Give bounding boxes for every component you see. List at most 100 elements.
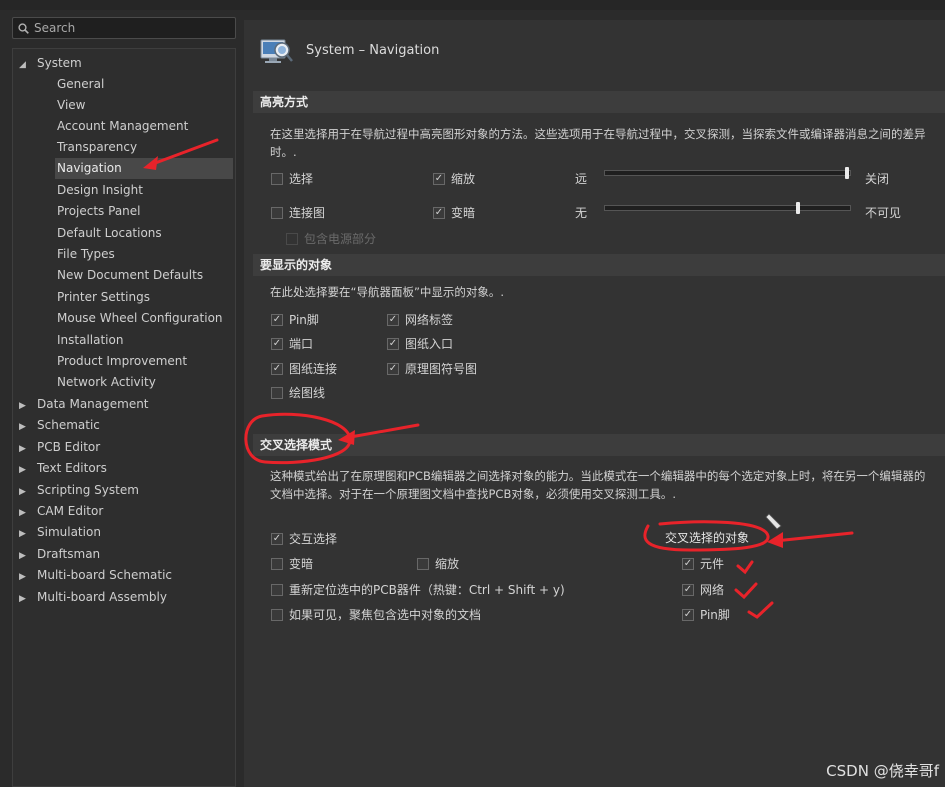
check-icon[interactable]: ✓ (271, 532, 283, 545)
dim-slider-min-label: 无 (575, 206, 588, 220)
section-display-title: 要显示的对象 (253, 254, 945, 276)
check-icon[interactable]: ✓ (682, 608, 694, 621)
tree-item-projects-panel[interactable]: Projects Panel (55, 201, 233, 222)
tree-item-simulation[interactable]: ▶ Simulation (19, 522, 101, 543)
check-icon[interactable]: ✓ (271, 337, 283, 350)
tree-item-text-editors[interactable]: ▶ Text Editors (19, 458, 107, 479)
check-icon[interactable]: ✓ (682, 557, 694, 570)
display-sheet-connector-checkbox[interactable]: ✓ 图纸连接 (271, 360, 337, 377)
panel-header: System – Navigation (260, 34, 439, 66)
tree-item-design-insight[interactable]: Design Insight (55, 180, 233, 201)
interactive-select-checkbox[interactable]: ✓ 交互选择 (271, 530, 337, 547)
tree-item-pcb-editor[interactable]: ▶ PCB Editor (19, 437, 100, 458)
section-highlight-title: 高亮方式 (253, 91, 945, 113)
display-drawing-line-checkbox[interactable]: 绘图线 (271, 384, 325, 401)
settings-panel: System – Navigation 高亮方式 在这里选择用于在导航过程中高亮… (244, 20, 945, 787)
checkbox-box[interactable] (271, 608, 283, 621)
tree-item-view[interactable]: View (55, 95, 233, 116)
display-net-label-checkbox[interactable]: ✓ 网络标签 (387, 311, 453, 328)
watermark: CSDN @侥幸哥f (826, 762, 939, 780)
navigation-icon (260, 39, 293, 63)
collapsed-arrow-icon[interactable]: ▶ (19, 524, 37, 545)
collapsed-arrow-icon[interactable]: ▶ (19, 567, 37, 588)
zoom-slider-thumb[interactable] (845, 167, 849, 179)
highlight-zoom-checkbox[interactable]: ✓ 缩放 (433, 170, 475, 187)
page-title: System – Navigation (306, 42, 440, 58)
collapsed-arrow-icon[interactable]: ▶ (19, 417, 37, 438)
tree-item-new-document-defaults[interactable]: New Document Defaults (55, 265, 233, 286)
zoom-slider-min-label: 远 (575, 172, 588, 186)
tree-item-file-types[interactable]: File Types (55, 244, 233, 265)
tree-item-multi-board-assembly[interactable]: ▶ Multi-board Assembly (19, 587, 167, 608)
focus-document-checkbox[interactable]: 如果可见，聚焦包含选中对象的文档 (271, 606, 481, 623)
check-icon[interactable]: ✓ (433, 206, 445, 219)
tree-item-printer-settings[interactable]: Printer Settings (55, 287, 233, 308)
collapsed-arrow-icon[interactable]: ▶ (19, 503, 37, 524)
tree-item-navigation[interactable]: Navigation (55, 158, 233, 179)
check-icon[interactable]: ✓ (433, 172, 445, 185)
cross-object-net-checkbox[interactable]: ✓ 网络 (682, 581, 724, 598)
display-port-checkbox[interactable]: ✓ 端口 (271, 335, 313, 352)
display-schematic-symbol-checkbox[interactable]: ✓ 原理图符号图 (387, 360, 477, 377)
search-input[interactable]: Search (12, 17, 236, 39)
cross-select-objects-title: 交叉选择的对象 (665, 531, 750, 545)
check-icon[interactable]: ✓ (271, 362, 283, 375)
tree-item-system[interactable]: ◢ System (19, 53, 82, 74)
preferences-tree: ◢ System General View Account Management … (12, 48, 236, 787)
tree-item-mouse-wheel-configuration[interactable]: Mouse Wheel Configuration (55, 308, 233, 329)
highlight-description: 在这里选择用于在导航过程中高亮图形对象的方法。这些选项用于在导航过程中，交叉探测… (270, 127, 926, 159)
tree-item-account-management[interactable]: Account Management (55, 116, 233, 137)
cross-object-component-checkbox[interactable]: ✓ 元件 (682, 555, 724, 572)
include-power-parts-checkbox[interactable]: 包含电源部分 (286, 230, 376, 247)
collapsed-arrow-icon[interactable]: ▶ (19, 589, 37, 610)
check-icon[interactable]: ✓ (387, 337, 399, 350)
tree-item-transparency[interactable]: Transparency (55, 137, 233, 158)
cross-select-description: 这种模式给出了在原理图和PCB编辑器之间选择对象的能力。当此模式在一个编辑器中的… (270, 469, 926, 501)
zoom-slider-track[interactable] (604, 170, 851, 176)
collapsed-arrow-icon[interactable]: ▶ (19, 482, 37, 503)
zoom-slider-max-label: 关闭 (865, 172, 890, 186)
check-icon[interactable]: ✓ (271, 313, 283, 326)
relocate-pcb-component-checkbox[interactable]: 重新定位选中的PCB器件（热键：Ctrl + Shift + y) (271, 581, 565, 598)
cross-object-pin-checkbox[interactable]: ✓ Pin脚 (682, 606, 730, 623)
checkbox-box[interactable] (286, 232, 298, 245)
checkbox-box[interactable] (271, 206, 283, 219)
highlight-dim-checkbox[interactable]: ✓ 变暗 (433, 204, 475, 221)
checkbox-box[interactable] (271, 172, 283, 185)
tree-item-cam-editor[interactable]: ▶ CAM Editor (19, 501, 103, 522)
check-icon[interactable]: ✓ (387, 313, 399, 326)
check-icon[interactable]: ✓ (682, 583, 694, 596)
tree-item-network-activity[interactable]: Network Activity (55, 372, 233, 393)
checkbox-box[interactable] (271, 557, 283, 570)
tree-item-data-management[interactable]: ▶ Data Management (19, 394, 149, 415)
check-icon[interactable]: ✓ (387, 362, 399, 375)
cross-zoom-checkbox[interactable]: 缩放 (417, 555, 459, 572)
dim-slider-track[interactable] (604, 205, 851, 211)
collapsed-arrow-icon[interactable]: ▶ (19, 460, 37, 481)
search-icon (18, 22, 29, 34)
checkbox-box[interactable] (271, 583, 283, 596)
tree-item-scripting-system[interactable]: ▶ Scripting System (19, 480, 139, 501)
display-pin-checkbox[interactable]: ✓ Pin脚 (271, 311, 319, 328)
cross-dim-checkbox[interactable]: 变暗 (271, 555, 313, 572)
top-strip (0, 0, 945, 10)
collapsed-arrow-icon[interactable]: ▶ (19, 546, 37, 567)
section-cross-select-title: 交叉选择模式 (253, 434, 945, 456)
tree-item-product-improvement[interactable]: Product Improvement (55, 351, 233, 372)
tree-item-default-locations[interactable]: Default Locations (55, 223, 233, 244)
display-sheet-entry-checkbox[interactable]: ✓ 图纸入口 (387, 335, 453, 352)
tree-item-installation[interactable]: Installation (55, 330, 233, 351)
dim-slider-max-label: 不可见 (865, 206, 902, 220)
tree-item-schematic[interactable]: ▶ Schematic (19, 415, 100, 436)
tree-item-draftsman[interactable]: ▶ Draftsman (19, 544, 100, 565)
tree-item-general[interactable]: General (55, 74, 233, 95)
collapsed-arrow-icon[interactable]: ▶ (19, 396, 37, 417)
expanded-arrow-icon[interactable]: ◢ (19, 55, 37, 76)
checkbox-box[interactable] (417, 557, 429, 570)
dim-slider-thumb[interactable] (796, 202, 800, 214)
highlight-select-checkbox[interactable]: 选择 (271, 170, 313, 187)
tree-item-multi-board-schematic[interactable]: ▶ Multi-board Schematic (19, 565, 172, 586)
checkbox-box[interactable] (271, 386, 283, 399)
collapsed-arrow-icon[interactable]: ▶ (19, 439, 37, 460)
highlight-connect-checkbox[interactable]: 连接图 (271, 204, 325, 221)
